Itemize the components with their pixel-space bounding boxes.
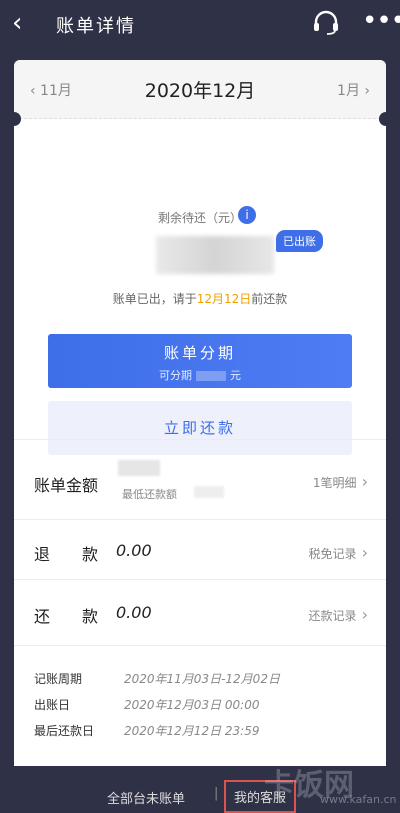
billing-cycle-value: 2020年11月03日-12月02日: [124, 672, 280, 686]
headset-icon[interactable]: [312, 10, 340, 36]
min-payment-label: 最低还款额: [122, 488, 177, 501]
bill-amount-masked: [118, 460, 160, 476]
page-title: 账单详情: [56, 16, 136, 37]
divider: [14, 579, 386, 580]
installment-amount-masked: [196, 371, 226, 381]
billing-cycle-label: 记账周期: [34, 672, 83, 686]
installment-button[interactable]: 账单分期 可分期元: [48, 334, 352, 388]
repaid-label: 还 款: [34, 607, 99, 626]
due-date: 12月12日: [196, 292, 252, 306]
repayment-record-link[interactable]: 还款记录: [309, 605, 369, 624]
installment-sub: 可分期元: [159, 369, 241, 382]
remaining-label: 剩余待还（元）: [157, 211, 242, 225]
bill-amount-label: 账单金额: [34, 476, 99, 495]
status-badge: 已出账: [276, 230, 323, 252]
bill-detail-link[interactable]: 1笔明细: [313, 472, 368, 491]
installment-label: 账单分期: [163, 344, 236, 362]
divider: [14, 439, 386, 440]
current-month: 2020年12月: [144, 80, 256, 102]
divider: [14, 519, 386, 520]
refund-record-link[interactable]: 税免记录: [309, 543, 369, 562]
refund-value: 0.00: [116, 541, 152, 560]
bill-card: ‹ 11月 2020年12月 1月 › 剩余待还（元） i 已出账 账单已出，请…: [14, 60, 386, 766]
statement-date-label: 出账日: [34, 698, 71, 712]
refund-label: 退 款: [34, 545, 99, 564]
card-notch-left: [7, 112, 21, 126]
footer-separator: |: [214, 786, 219, 801]
next-month-button[interactable]: 1月 ›: [337, 80, 370, 100]
last-due-date-label: 最后还款日: [34, 724, 95, 738]
min-payment-masked: [194, 486, 224, 498]
all-bills-link[interactable]: 全部台未账单: [107, 788, 185, 807]
back-arrow-icon[interactable]: ‹: [12, 8, 22, 38]
remaining-amount-masked: [156, 236, 274, 274]
watermark-url: www.kafan.cn: [320, 793, 397, 806]
card-notch-right: [379, 112, 393, 126]
top-bar: ‹ 账单详情 •••: [0, 0, 400, 48]
divider: [14, 645, 386, 646]
more-dots-icon[interactable]: •••: [362, 6, 400, 36]
repaid-value: 0.00: [116, 603, 152, 622]
due-notice: 账单已出，请于12月12日前还款: [112, 292, 288, 306]
month-selector: ‹ 11月 2020年12月 1月 ›: [14, 60, 386, 119]
info-icon[interactable]: i: [238, 206, 256, 224]
repay-now-button[interactable]: 立即还款: [48, 401, 352, 455]
last-due-date-value: 2020年12月12日 23:59: [124, 724, 260, 738]
statement-date-value: 2020年12月03日 00:00: [124, 698, 260, 712]
